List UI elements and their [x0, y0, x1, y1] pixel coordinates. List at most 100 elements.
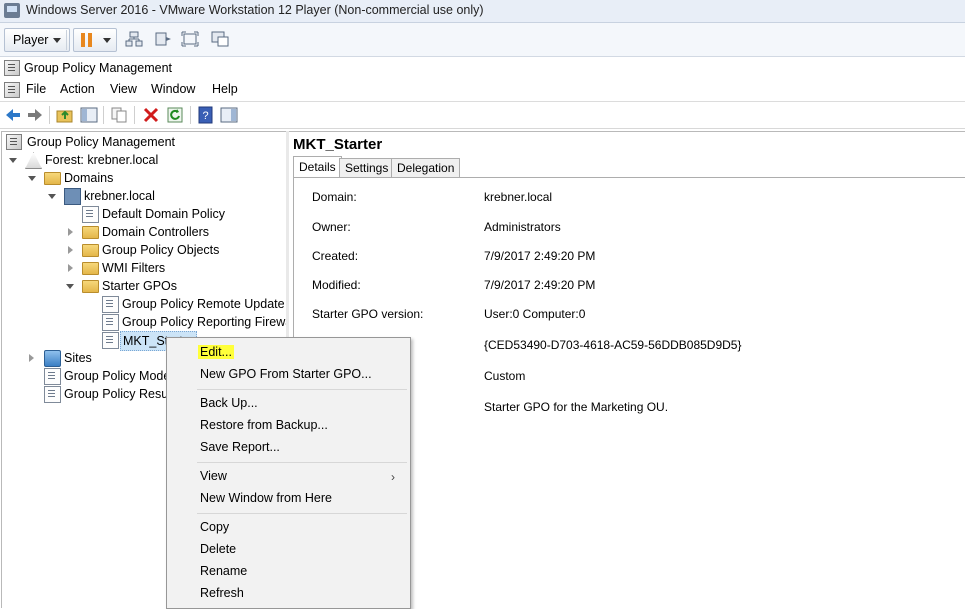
tree-item-label: Group Policy Objects: [102, 243, 220, 257]
modified-label: Modified:: [312, 278, 361, 292]
menu-item-new-gpo-from-starter[interactable]: New GPO From Starter GPO...: [200, 367, 372, 381]
back-arrow-icon[interactable]: [4, 106, 22, 124]
vm-toolbar: Player: [0, 23, 965, 57]
collapse-arrow-icon[interactable]: [68, 228, 73, 236]
type-value: Custom: [484, 369, 526, 383]
tree-item-label: Group Policy Mode: [64, 369, 171, 383]
delete-icon[interactable]: [142, 106, 160, 124]
copy-icon[interactable]: [110, 106, 128, 124]
up-folder-icon[interactable]: [56, 106, 74, 124]
tab-settings[interactable]: Settings: [339, 158, 395, 177]
folder-icon: [82, 262, 99, 275]
svg-text:?: ?: [202, 110, 208, 122]
created-label: Created:: [312, 249, 359, 263]
menu-action[interactable]: Action: [60, 82, 95, 96]
tree-item-label: Group Policy Remote Update F: [122, 297, 287, 311]
help-icon[interactable]: ?: [197, 106, 215, 124]
domain-label: Domain:: [312, 190, 357, 204]
sites-icon: [44, 350, 61, 367]
menu-separator: [197, 462, 407, 463]
expand-arrow-icon[interactable]: [66, 284, 74, 289]
expand-arrow-icon[interactable]: [28, 176, 36, 181]
chevron-down-icon: [53, 38, 62, 44]
menu-item-save-report[interactable]: Save Report...: [200, 440, 280, 454]
forward-arrow-icon[interactable]: [26, 106, 44, 124]
forest-icon: [25, 152, 42, 169]
menu-item-edit-label: Edit...: [198, 345, 234, 359]
page-title: MKT_Starter: [293, 136, 383, 153]
unity-mode-icon[interactable]: [211, 31, 229, 47]
toolbar-divider: [66, 30, 67, 50]
context-menu: Edit... New GPO From Starter GPO... Back…: [166, 337, 411, 609]
starter-gpo-icon: [102, 314, 119, 331]
gpo-link-icon: [82, 206, 99, 223]
mmc-window-title: Group Policy Management: [24, 61, 172, 75]
menu-item-restore-from-backup[interactable]: Restore from Backup...: [200, 418, 328, 432]
version-label: Starter GPO version:: [312, 307, 424, 321]
starter-gpo-icon: [102, 296, 119, 313]
chevron-down-icon: [103, 38, 111, 43]
menu-item-back-up[interactable]: Back Up...: [200, 396, 258, 410]
collapse-arrow-icon[interactable]: [68, 246, 73, 254]
show-hide-tree-icon[interactable]: [80, 106, 98, 124]
pause-icon: [81, 33, 85, 47]
tree-item-label: Group Policy Result: [64, 387, 175, 401]
comment-value: Starter GPO for the Marketing OU.: [484, 400, 669, 414]
menu-window[interactable]: Window: [151, 82, 195, 96]
player-menu-label: Player: [13, 33, 49, 47]
menu-item-view[interactable]: View: [200, 469, 227, 483]
menu-help[interactable]: Help: [212, 82, 238, 96]
tree-item-label: Group Policy Reporting Firewa: [122, 315, 287, 329]
tree-item-label: Domain Controllers: [102, 225, 209, 239]
owner-label: Owner:: [312, 220, 351, 234]
menu-separator: [197, 389, 407, 390]
menu-file[interactable]: File: [26, 82, 46, 96]
tree-item-label: Default Domain Policy: [102, 207, 225, 221]
tree-item-label: WMI Filters: [102, 261, 166, 275]
gpo-id-value: {CED53490-D703-4618-AC59-56DDB085D9D5}: [484, 338, 742, 352]
system-menu-icon[interactable]: [4, 82, 20, 98]
send-ctrl-alt-del-icon[interactable]: [154, 31, 172, 47]
pause-icon-bar: [88, 33, 92, 47]
domain-value: krebner.local: [484, 190, 553, 204]
expand-arrow-icon[interactable]: [48, 194, 56, 199]
refresh-icon[interactable]: [166, 106, 184, 124]
collapse-arrow-icon[interactable]: [68, 264, 73, 272]
owner-value: Administrators: [484, 220, 561, 234]
folder-icon: [82, 280, 99, 293]
pause-button[interactable]: [73, 28, 117, 52]
menu-item-copy[interactable]: Copy: [200, 520, 229, 534]
tree-item-label: Group Policy Management: [27, 135, 175, 149]
collapse-arrow-icon[interactable]: [29, 354, 34, 362]
menu-item-refresh[interactable]: Refresh: [200, 586, 244, 600]
menu-item-edit[interactable]: Edit...: [198, 345, 234, 359]
toolbar-divider: [134, 106, 135, 124]
folder-icon: [44, 172, 61, 185]
vmware-app-icon: [4, 3, 20, 18]
vm-title-bar: Windows Server 2016 - VMware Workstation…: [0, 0, 965, 23]
tree-item-label: Forest: krebner.local: [45, 153, 159, 167]
menu-item-rename[interactable]: Rename: [200, 564, 247, 578]
tab-delegation[interactable]: Delegation: [391, 158, 461, 177]
domain-icon: [64, 188, 81, 205]
mmc-toolbar: ?: [0, 102, 965, 129]
tree-item-label: krebner.local: [84, 189, 155, 203]
menu-item-new-window-from-here[interactable]: New Window from Here: [200, 491, 332, 505]
mmc-title-bar: Group Policy Management: [0, 57, 965, 79]
fullscreen-icon[interactable]: [181, 31, 199, 47]
version-value: User:0 Computer:0: [484, 307, 586, 321]
player-menu-button[interactable]: Player: [4, 28, 71, 52]
tab-details[interactable]: Details: [293, 156, 342, 178]
toolbar-divider: [103, 106, 104, 124]
menu-view[interactable]: View: [110, 82, 137, 96]
menu-item-delete[interactable]: Delete: [200, 542, 236, 556]
expand-arrow-icon[interactable]: [9, 158, 17, 163]
show-action-pane-icon[interactable]: [220, 106, 238, 124]
network-devices-icon[interactable]: [125, 31, 143, 47]
tree-item-label: Starter GPOs: [102, 279, 178, 293]
results-icon: [44, 386, 61, 403]
group-policy-app-icon: [4, 60, 20, 76]
vm-window-title: Windows Server 2016 - VMware Workstation…: [26, 3, 484, 17]
starter-gpo-icon: [102, 332, 119, 349]
menu-separator: [197, 513, 407, 514]
